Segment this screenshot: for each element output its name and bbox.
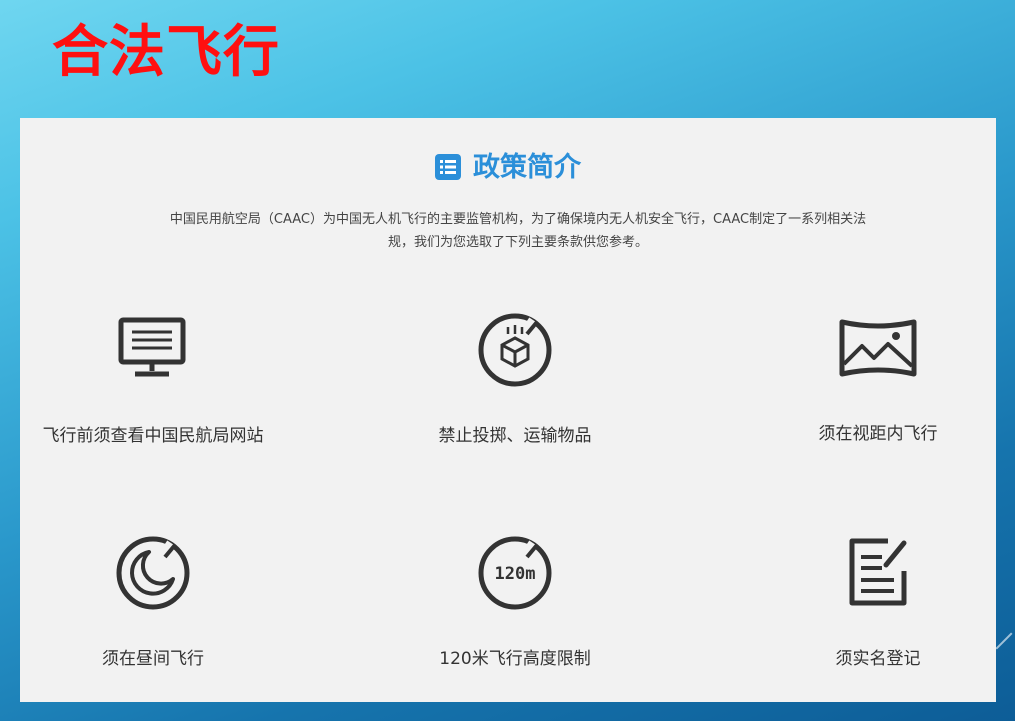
policy-panel: 政策简介 中国民用航空局（CAAC）为中国无人机飞行的主要监管机构，为了确保境内… bbox=[20, 118, 996, 702]
policy-description: 中国民用航空局（CAAC）为中国无人机飞行的主要监管机构，为了确保境内无人机安全… bbox=[169, 212, 867, 250]
rule-label: 须在昼间飞行 bbox=[102, 649, 204, 669]
section-heading: 政策简介 bbox=[20, 150, 996, 186]
rule-item: 须在昼间飞行 bbox=[0, 535, 313, 671]
altitude-limit-icon: 120m bbox=[478, 536, 552, 610]
rule-item: 须在视距内飞行 bbox=[718, 316, 1015, 446]
landscape-view-icon bbox=[839, 319, 917, 377]
registration-icon bbox=[849, 538, 907, 606]
rule-item: 120m 120米飞行高度限制 bbox=[355, 535, 675, 671]
rule-item: 须实名登记 bbox=[718, 535, 1015, 671]
rule-label: 120米飞行高度限制 bbox=[439, 649, 591, 669]
list-icon bbox=[435, 154, 461, 180]
no-drop-icon bbox=[478, 313, 552, 387]
slide-title: 合法飞行 bbox=[52, 19, 280, 85]
no-night-icon bbox=[116, 536, 190, 610]
altitude-icon-text: 120m bbox=[495, 564, 536, 584]
monitor-icon bbox=[118, 317, 186, 377]
rule-label: 禁止投掷、运输物品 bbox=[438, 426, 592, 446]
section-heading-text: 政策简介 bbox=[473, 152, 581, 183]
rule-label: 须在视距内飞行 bbox=[818, 424, 938, 444]
rule-label: 飞行前须查看中国民航局网站 bbox=[42, 426, 264, 446]
rule-item: 飞行前须查看中国民航局网站 bbox=[0, 314, 313, 448]
rule-label: 须实名登记 bbox=[835, 649, 921, 669]
rule-item: 禁止投掷、运输物品 bbox=[355, 312, 675, 448]
